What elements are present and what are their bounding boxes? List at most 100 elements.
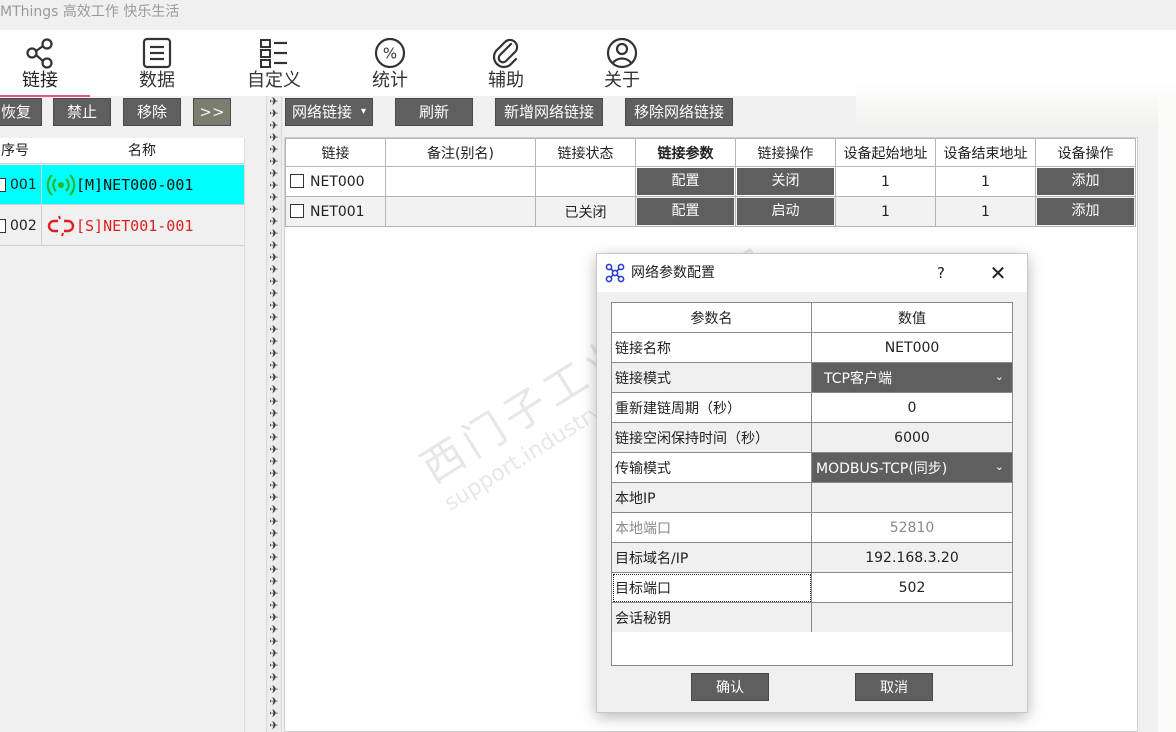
session-key-field[interactable] bbox=[811, 602, 1013, 633]
local-ip-field[interactable] bbox=[811, 482, 1013, 513]
transport-mode-select[interactable]: MODBUS-TCP(同步) ⌄ bbox=[811, 452, 1013, 483]
refresh-button[interactable]: 刷新 bbox=[395, 98, 473, 126]
row-checkbox[interactable] bbox=[0, 219, 6, 233]
side-strip bbox=[1158, 96, 1176, 732]
confirm-button[interactable]: 确认 bbox=[691, 673, 769, 701]
end-address[interactable]: 1 bbox=[935, 166, 1036, 197]
idle-keepalive-field[interactable]: 6000 bbox=[811, 422, 1013, 453]
list-item[interactable]: 002 [S]NET001-001 bbox=[0, 206, 244, 246]
tab-data[interactable]: 数据 bbox=[109, 36, 205, 94]
param-label: 传输模式 bbox=[611, 452, 812, 483]
row-checkbox[interactable] bbox=[0, 178, 6, 192]
col-header-alias: 备注(别名) bbox=[385, 138, 536, 167]
tab-link[interactable]: 链接 bbox=[0, 36, 90, 97]
status-badge: 已关闭 bbox=[535, 196, 636, 227]
col-header-param: 链接参数 bbox=[635, 138, 736, 167]
link-name: NET000 bbox=[310, 173, 365, 190]
ribbon: 链接 数据 自定义 % 统计 辅助 关于 bbox=[0, 30, 1176, 126]
reconnect-period-field[interactable]: 0 bbox=[811, 392, 1013, 423]
table-row: 链接空闲保持时间（秒） 6000 bbox=[611, 422, 1013, 453]
col-header-link: 链接 bbox=[285, 138, 386, 167]
tab-statistics[interactable]: % 统计 bbox=[342, 36, 438, 94]
row-checkbox[interactable] bbox=[290, 203, 304, 218]
start-link-button[interactable]: 启动 bbox=[737, 198, 834, 225]
list-item[interactable]: 001 [M]NET000-001 bbox=[0, 165, 244, 205]
target-host-field[interactable]: 192.168.3.20 bbox=[811, 542, 1013, 573]
disable-button[interactable]: 禁止 bbox=[53, 98, 111, 126]
network-link-table: 链接 备注(别名) 链接状态 链接参数 链接操作 设备起始地址 设备结束地址 设… bbox=[285, 138, 1136, 227]
tab-about[interactable]: 关于 bbox=[574, 36, 670, 94]
table-row: 目标端口 502 bbox=[611, 572, 1013, 603]
dialog-title-bar[interactable]: 网络参数配置 ? ✕ bbox=[597, 254, 1027, 292]
param-label: 链接空闲保持时间（秒） bbox=[611, 422, 812, 453]
remove-network-link-button[interactable]: 移除网络链接 bbox=[625, 98, 733, 126]
params-table: 参数名 数值 链接名称 NET000 链接模式 TCP客户端 ⌄ 重新建链周期（秒… bbox=[611, 302, 1013, 633]
link-list: 序号 名称 001 [M]NET000-001 002 [S]NET001-00… bbox=[0, 138, 264, 732]
param-label: 本地IP bbox=[611, 482, 812, 513]
pane-splitter[interactable]: ✈ ✈ ✈ ✈ ✈ ✈ ✈ ✈ ✈ ✈ ✈ ✈ ✈ ✈ ✈ ✈ ✈ ✈ ✈ ✈ ✈ ✈ ✈ ✈ ✈ ✈ ✈ ✈ ✈ ✈ ✈ ✈ ✈ ✈ ✈ ✈ ✈ ✈ ✈ ✈… bbox=[266, 96, 282, 732]
row-checkbox[interactable] bbox=[290, 173, 304, 188]
table-row: 传输模式 MODBUS-TCP(同步) ⌄ bbox=[611, 452, 1013, 483]
network-nodes-icon bbox=[605, 263, 625, 287]
start-address[interactable]: 1 bbox=[835, 196, 936, 227]
param-label: 会话秘钥 bbox=[611, 602, 812, 633]
local-port-field: 52810 bbox=[811, 512, 1013, 543]
dialog-title: 网络参数配置 bbox=[631, 265, 715, 281]
table-row[interactable]: NET000 已连接 配置 关闭 1 1 添加 bbox=[285, 166, 1136, 197]
col-header-param-value: 数值 bbox=[811, 302, 1013, 333]
close-icon[interactable]: ✕ bbox=[987, 254, 1009, 292]
link-type-dropdown[interactable]: 网络链接 ▾ bbox=[285, 98, 373, 126]
tab-link-label: 链接 bbox=[22, 70, 58, 91]
chevron-down-icon: ⌄ bbox=[994, 460, 1004, 473]
table-row[interactable]: NET001 已关闭 配置 启动 1 1 添加 bbox=[285, 196, 1136, 227]
vertical-scrollbar[interactable] bbox=[244, 138, 264, 732]
col-header-device-op: 设备操作 bbox=[1035, 138, 1136, 167]
col-header-op: 链接操作 bbox=[735, 138, 836, 167]
restore-button[interactable]: 恢复 bbox=[0, 98, 42, 126]
tab-custom[interactable]: 自定义 bbox=[226, 36, 322, 94]
remove-button[interactable]: 移除 bbox=[123, 98, 181, 126]
configure-button[interactable]: 配置 bbox=[637, 168, 734, 195]
row-name: [S]NET001-001 bbox=[76, 217, 194, 235]
configure-button[interactable]: 配置 bbox=[637, 198, 734, 225]
link-mode-select[interactable]: TCP客户端 ⌄ bbox=[811, 362, 1013, 393]
document-list-icon bbox=[109, 36, 205, 70]
col-header-end-addr: 设备结束地址 bbox=[935, 138, 1036, 167]
chevron-down-icon: ⌄ bbox=[994, 370, 1004, 383]
add-network-link-button[interactable]: 新增网络链接 bbox=[495, 98, 603, 126]
alias-cell[interactable] bbox=[385, 166, 536, 197]
app-title: MThings 高效工作 快乐生活 bbox=[0, 4, 180, 20]
tab-data-label: 数据 bbox=[139, 70, 175, 91]
params-header-row: 参数名 数值 bbox=[611, 302, 1013, 333]
start-address[interactable]: 1 bbox=[835, 166, 936, 197]
param-label: 链接模式 bbox=[611, 362, 812, 393]
col-header-param-name: 参数名 bbox=[611, 302, 812, 333]
svg-text:%: % bbox=[383, 45, 397, 63]
param-label: 重新建链周期（秒） bbox=[611, 392, 812, 423]
grid-list-icon bbox=[226, 36, 322, 70]
cancel-button[interactable]: 取消 bbox=[855, 673, 933, 701]
help-button[interactable]: ? bbox=[933, 254, 949, 292]
chevron-down-icon: ▾ bbox=[360, 106, 366, 117]
add-device-button[interactable]: 添加 bbox=[1037, 198, 1134, 225]
tab-assist-label: 辅助 bbox=[488, 70, 524, 91]
table-row: 目标域名/IP 192.168.3.20 bbox=[611, 542, 1013, 573]
signal-broadcast-icon bbox=[46, 165, 76, 205]
link-list-header: 序号 名称 bbox=[0, 138, 244, 164]
link-name-field[interactable]: NET000 bbox=[811, 332, 1013, 363]
vertical-scrollbar[interactable] bbox=[1138, 137, 1158, 732]
target-port-field[interactable]: 502 bbox=[811, 572, 1013, 603]
tab-custom-label: 自定义 bbox=[247, 70, 301, 91]
alias-cell[interactable] bbox=[385, 196, 536, 227]
table-row: 会话秘钥 bbox=[611, 602, 1013, 633]
network-params-dialog: 网络参数配置 ? ✕ 参数名 数值 链接名称 NET000 链接模式 TCP客户… bbox=[596, 253, 1028, 713]
close-link-button[interactable]: 关闭 bbox=[737, 168, 834, 195]
end-address[interactable]: 1 bbox=[935, 196, 1036, 227]
tab-assist[interactable]: 辅助 bbox=[458, 36, 554, 94]
expand-button[interactable]: >> bbox=[193, 98, 231, 126]
add-device-button[interactable]: 添加 bbox=[1037, 168, 1134, 195]
status-badge: 已连接 bbox=[535, 166, 636, 197]
paperclip-icon bbox=[458, 36, 554, 70]
param-label: 链接名称 bbox=[611, 332, 812, 363]
params-table-blank-area bbox=[611, 632, 1013, 666]
